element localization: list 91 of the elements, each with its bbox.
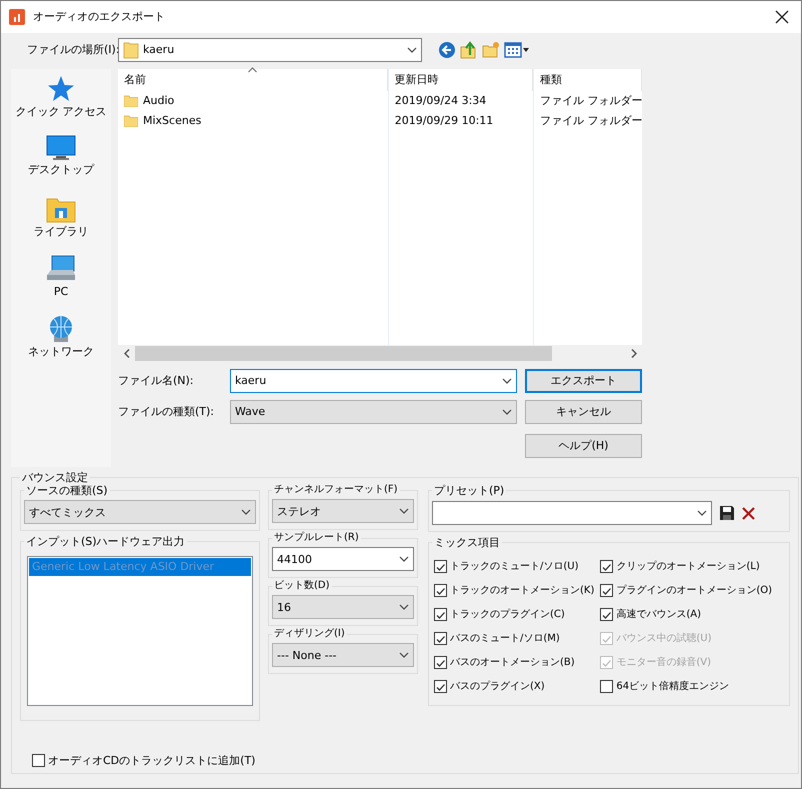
check-icon — [601, 562, 612, 572]
column-header[interactable]: 更新日時 — [388, 69, 533, 91]
check-icon — [601, 634, 612, 644]
location-dropdown[interactable]: kaeru — [118, 38, 422, 62]
group-title: ディザリング(I) — [273, 628, 346, 640]
group-title: ソースの種類(S) — [25, 484, 109, 498]
sidebar-item[interactable]: デスクトップ — [28, 163, 94, 176]
star-icon[interactable] — [47, 75, 75, 103]
table-cell: 2019/09/29 10:11 — [394, 114, 494, 128]
checkbox[interactable] — [434, 680, 447, 694]
checkbox[interactable] — [600, 560, 614, 574]
checkbox-label: 64ビット倍精度エンジン — [616, 680, 730, 693]
folder-icon — [124, 95, 138, 107]
check-icon — [435, 658, 446, 668]
file-name-field[interactable]: kaeru — [230, 369, 517, 393]
computer-icon[interactable] — [46, 255, 76, 283]
save-icon[interactable] — [720, 506, 734, 520]
scroll-right-icon[interactable] — [630, 349, 636, 358]
sidebar-item[interactable]: PC — [54, 285, 68, 298]
checkbox-label: プラグインのオートメーション(O) — [616, 584, 772, 597]
scroll-left-icon[interactable] — [124, 349, 130, 358]
checkbox[interactable] — [434, 608, 447, 622]
sort-caret-icon — [248, 67, 257, 73]
bit-depth-dropdown[interactable]: 16 — [272, 595, 414, 620]
table-cell: 2019/09/24 3:34 — [394, 94, 486, 108]
sidebar-item[interactable]: ネットワーク — [28, 345, 94, 358]
group-title: プリセット(P) — [433, 484, 506, 498]
file-name[interactable]: MixScenes — [143, 114, 202, 128]
dialog-button[interactable]: エクスポート — [525, 369, 642, 393]
location-label: ファイルの場所(I): — [27, 43, 118, 57]
file-type-dropdown[interactable]: Wave — [230, 400, 517, 424]
check-icon — [435, 610, 446, 620]
checkbox-label: バスのプラグイン(X) — [450, 680, 545, 693]
checkbox-label: バスのミュート/ソロ(M) — [450, 632, 560, 645]
checkbox-label: バスのオートメーション(B) — [450, 656, 575, 669]
checkbox[interactable] — [600, 680, 614, 694]
window-title: オーディオのエクスポート — [33, 10, 166, 24]
group-title: インプット(S)ハードウェア出力 — [25, 535, 186, 549]
dithering-dropdown[interactable]: --- None --- — [272, 643, 414, 668]
checkbox-label: トラックのプラグイン(C) — [450, 608, 565, 621]
table-cell: ファイル フォルダー — [540, 94, 642, 108]
sidebar-item[interactable]: クイック アクセス — [15, 105, 107, 118]
field-label: ファイルの種類(T): — [118, 405, 216, 419]
sidebar-item[interactable]: ライブラリ — [34, 225, 88, 238]
checkbox-label: バウンス中の試聴(U) — [616, 632, 712, 645]
check-icon — [601, 610, 612, 620]
checkbox[interactable] — [434, 656, 447, 670]
back-icon[interactable] — [438, 41, 456, 59]
checkbox-label: トラックのミュート/ソロ(U) — [450, 560, 578, 573]
checkbox[interactable] — [434, 560, 447, 574]
checkbox[interactable] — [32, 754, 45, 767]
checkbox[interactable] — [600, 608, 614, 622]
check-icon — [435, 586, 446, 596]
up-folder-icon[interactable] — [460, 41, 478, 59]
close-icon[interactable] — [775, 10, 789, 24]
checkbox-label: クリップのオートメーション(L) — [616, 560, 760, 573]
scrollbar-thumb[interactable] — [135, 346, 552, 361]
group-title: サンプルレート(R) — [273, 532, 360, 544]
folder-icon — [123, 41, 139, 59]
sample-rate-dropdown[interactable]: 44100 — [272, 547, 414, 572]
group-title: ビット数(D) — [273, 580, 331, 592]
group-title: バウンス設定 — [21, 471, 89, 484]
folder-icon — [124, 115, 138, 127]
app-icon — [9, 9, 25, 25]
column-header[interactable]: 名前 — [118, 69, 388, 91]
dialog-button[interactable]: キャンセル — [525, 400, 642, 424]
checkbox-label: オーディオCDのトラックリストに追加(T) — [48, 754, 256, 767]
view-menu-icon[interactable] — [504, 42, 530, 58]
preset-dropdown[interactable] — [432, 501, 712, 526]
dialog-button[interactable]: ヘルプ(H) — [525, 434, 642, 458]
checkbox-label: モニター音の録音(V) — [616, 656, 712, 669]
check-icon — [601, 586, 612, 596]
column-header[interactable]: 種類 — [534, 69, 642, 91]
monitor-icon[interactable] — [46, 135, 76, 161]
checkbox[interactable] — [434, 632, 447, 646]
group-title: チャンネルフォーマット(F) — [273, 484, 399, 496]
file-name[interactable]: Audio — [143, 94, 174, 108]
field-label: ファイル名(N): — [118, 374, 195, 388]
source-type-dropdown[interactable]: すべてミックス — [24, 500, 256, 524]
check-icon — [601, 658, 612, 668]
checkbox-label: 高速でバウンス(A) — [616, 608, 702, 621]
channel-format-dropdown[interactable]: ステレオ — [272, 499, 414, 524]
check-icon — [435, 562, 446, 572]
checkbox[interactable] — [434, 584, 447, 598]
delete-icon[interactable] — [742, 506, 755, 520]
check-icon — [435, 634, 446, 644]
check-icon — [435, 682, 446, 692]
table-cell: ファイル フォルダー — [540, 114, 642, 128]
group-title: ミックス項目 — [433, 536, 501, 550]
checkbox-label: トラックのオートメーション(K) — [450, 584, 594, 597]
checkbox[interactable] — [600, 584, 614, 598]
